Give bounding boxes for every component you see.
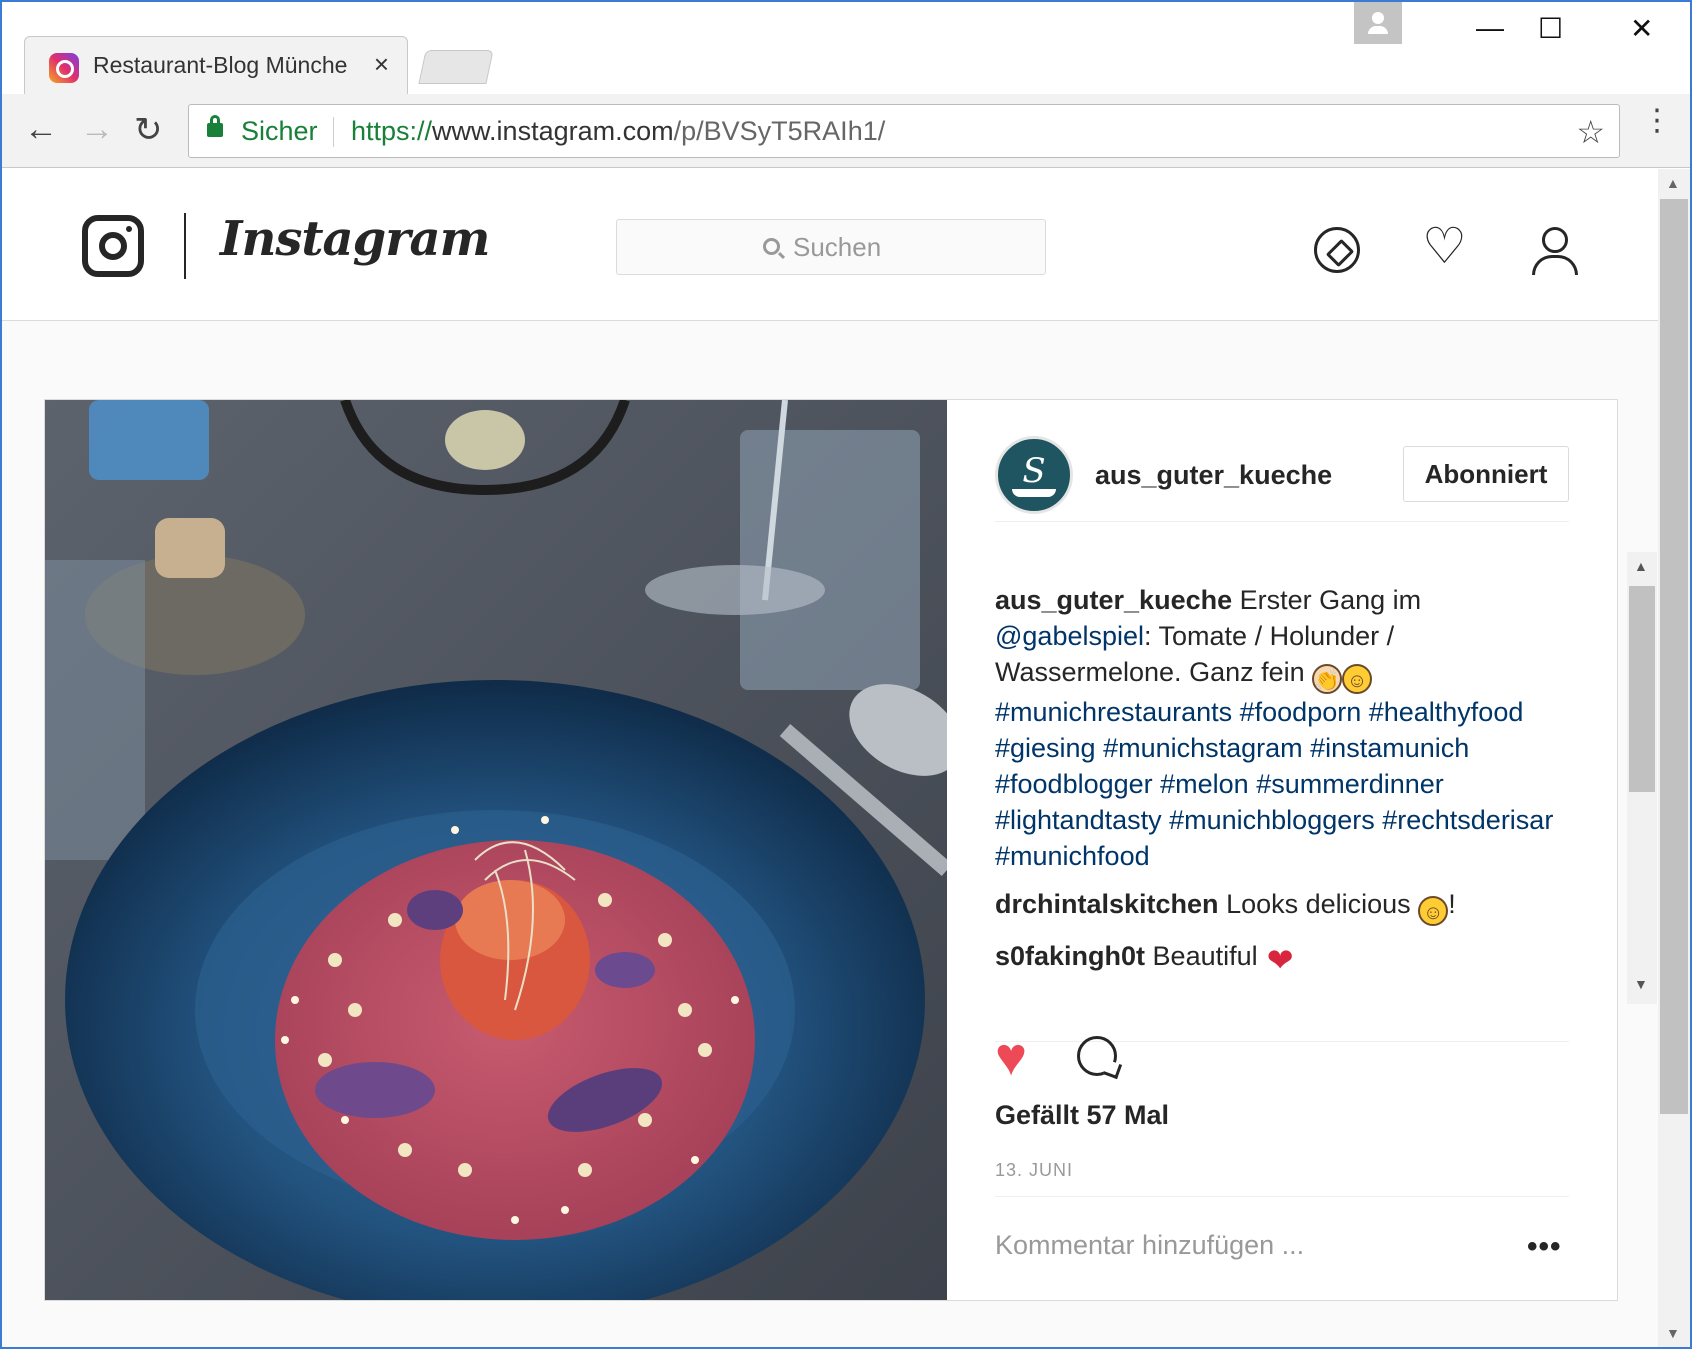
secure-label: Sicher [241,116,318,146]
bookmark-star-icon[interactable]: ☆ [1576,113,1605,151]
comment-bubble-icon[interactable] [1077,1036,1117,1076]
post-side-panel: S aus_guter_kueche Abonniert aus_guter_k… [947,400,1657,1300]
browser-profile-icon[interactable] [1354,2,1402,44]
comment-suffix: ! [1448,889,1456,919]
post-actions: ♥ [995,1030,1569,1090]
browser-toolbar: ← → ↻ Sicher https://www.instagram.com/p… [2,94,1690,168]
post-header: S aus_guter_kueche Abonniert [995,436,1569,522]
search-box[interactable] [616,219,1046,275]
follow-button[interactable]: Abonniert [1403,446,1569,502]
instagram-wordmark[interactable]: Instagram [220,211,490,267]
yum-face-icon: ☺ [1342,664,1373,694]
url-text[interactable]: https://www.instagram.com/p/BVSyT5RAIh1/ [351,116,885,147]
minimize-button[interactable]: — [1476,12,1504,44]
comment-text: Beautiful [1145,941,1266,971]
clapping-hands-icon: 👏 [1312,664,1343,694]
post-card: S aus_guter_kueche Abonniert aus_guter_k… [44,399,1657,1301]
yum-face-icon: ☺ [1418,896,1449,926]
post-username[interactable]: aus_guter_kueche [1095,460,1332,491]
search-icon [763,238,780,255]
page-scrollbar[interactable]: ▲ ▼ [1658,169,1690,1347]
browser-menu-icon[interactable]: ⋮ [1642,106,1672,136]
caption-text: Erster Gang im [1232,585,1422,615]
scroll-down-arrow-icon[interactable]: ▼ [1666,1325,1680,1341]
comments-list: aus_guter_kueche Erster Gang im @gabelsp… [995,582,1569,1042]
title-bar: Restaurant-Blog Münche × — ☐ ✕ [2,2,1690,94]
post-date: 13. JUNI [995,1160,1074,1180]
explore-compass-icon[interactable] [1314,227,1360,273]
caption-mention[interactable]: @gabelspiel [995,621,1144,651]
scroll-down-arrow-icon[interactable]: ▼ [1634,976,1648,992]
red-heart-icon: ❤ [1266,942,1294,978]
comment-author[interactable]: drchintalskitchen [995,889,1219,919]
comment-author[interactable]: s0fakingh0t [995,941,1145,971]
instagram-header: Instagram ♡ [2,169,1658,321]
comments-scrollbar[interactable]: ▲ ▼ [1627,552,1657,1004]
back-button[interactable]: ← [24,110,58,149]
maximize-button[interactable]: ☐ [1538,12,1563,45]
caption-hashtags[interactable]: #munichrestaurants #foodporn #healthyfoo… [995,697,1553,871]
instagram-camera-icon[interactable] [82,215,144,277]
url-separator [333,117,334,147]
scrollbar-thumb[interactable] [1660,199,1688,1114]
header-divider [184,213,186,279]
search-input[interactable] [793,232,1013,263]
divider [995,1196,1569,1197]
likes-count[interactable]: Gefällt 57 Mal [995,1100,1169,1131]
scroll-up-arrow-icon[interactable]: ▲ [1666,175,1680,191]
scrollbar-thumb[interactable] [1629,586,1655,792]
list-item: drchintalskitchen Looks delicious ☺! [995,886,1569,926]
page-viewport: Instagram ♡ [2,169,1658,1347]
lock-icon [207,115,223,137]
close-window-button[interactable]: ✕ [1630,12,1653,45]
profile-icon[interactable] [1530,227,1580,277]
more-options-icon[interactable]: ••• [1527,1230,1562,1264]
forward-button[interactable]: → [80,110,114,149]
add-comment-input[interactable] [995,1230,1495,1261]
comment-text: Looks delicious [1218,889,1419,919]
new-tab-button[interactable] [418,50,494,84]
scroll-up-arrow-icon[interactable]: ▲ [1634,558,1648,574]
list-item: s0fakingh0t Beautiful ❤ [995,938,1569,978]
avatar[interactable]: S [995,436,1073,514]
post-photo[interactable] [45,400,947,1300]
food-photo-image [45,400,947,1300]
reload-button[interactable]: ↻ [134,110,163,150]
like-heart-icon[interactable]: ♥ [995,1030,1027,1084]
caption-author[interactable]: aus_guter_kueche [995,585,1232,615]
tab-close-icon[interactable]: × [374,49,389,80]
browser-tab[interactable]: Restaurant-Blog Münche × [24,36,408,94]
tab-title: Restaurant-Blog Münche [93,52,348,78]
instagram-favicon-icon [49,53,79,83]
browser-window: Restaurant-Blog Münche × — ☐ ✕ ← → ↻ Sic… [0,0,1692,1349]
address-bar[interactable]: Sicher https://www.instagram.com/p/BVSyT… [188,104,1620,158]
activity-heart-icon[interactable]: ♡ [1422,221,1467,271]
caption: aus_guter_kueche Erster Gang im @gabelsp… [995,582,1569,874]
avatar-plate-icon [1012,489,1056,497]
avatar-letter: S [1022,451,1046,491]
